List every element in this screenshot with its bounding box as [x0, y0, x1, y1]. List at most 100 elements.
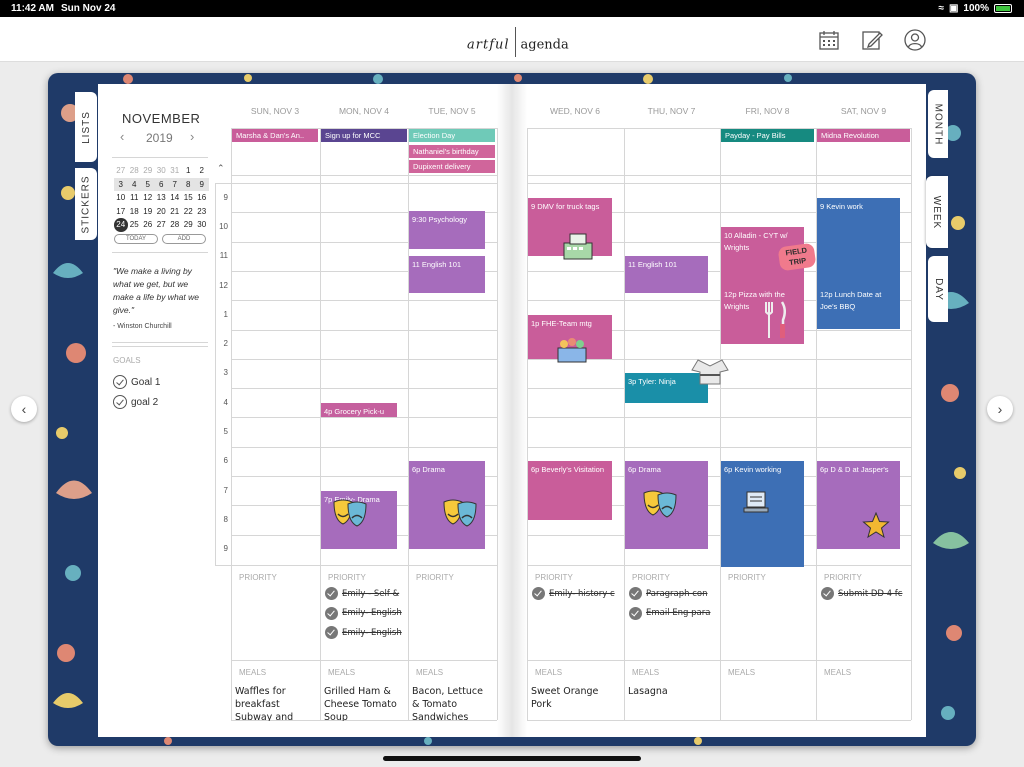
mini-calendar-day[interactable]: 19: [141, 205, 155, 219]
mini-calendar-day[interactable]: 13: [155, 191, 169, 205]
task-check-icon[interactable]: [532, 587, 545, 600]
task-check-icon[interactable]: [325, 626, 338, 639]
calendar-event[interactable]: 11 English 101: [625, 256, 708, 293]
all-day-event[interactable]: Nathaniel's birthday: [409, 144, 495, 158]
mini-calendar-day[interactable]: 24: [114, 218, 128, 232]
mini-today-button[interactable]: TODAY: [114, 234, 158, 244]
meal-entry[interactable]: Bacon, Lettuce & Tomato Sandwiches: [412, 685, 492, 721]
calendar-icon[interactable]: [818, 29, 840, 51]
day-header[interactable]: TUE, NOV 5: [408, 106, 496, 116]
mini-calendar-day[interactable]: 29: [141, 164, 155, 178]
mini-calendar-day[interactable]: 31: [168, 164, 182, 178]
mini-calendar-week: 17 18 19 20 21 22 23: [114, 205, 209, 219]
calendar-event[interactable]: 6p Beverly's Visitation: [528, 461, 612, 520]
mini-calendar-day[interactable]: 8: [182, 178, 196, 192]
priority-task[interactable]: Email Eng para: [629, 606, 717, 620]
all-day-event[interactable]: Election Day: [409, 129, 495, 142]
checkmark-icon[interactable]: [113, 375, 127, 389]
tab-month[interactable]: MONTH: [928, 90, 948, 158]
calendar-event[interactable]: 11 English 101: [409, 256, 485, 293]
edit-icon[interactable]: [861, 29, 883, 51]
mini-calendar-day[interactable]: 16: [195, 191, 209, 205]
mini-calendar-day[interactable]: 17: [114, 205, 128, 219]
mini-calendar-day[interactable]: 15: [182, 191, 196, 205]
all-day-event[interactable]: Dupixent delivery: [409, 160, 495, 173]
all-day-event[interactable]: Midna Revolution: [817, 129, 910, 142]
mini-calendar-day[interactable]: 4: [128, 178, 142, 192]
mini-calendar-day[interactable]: 26: [141, 218, 155, 232]
mini-calendar-day[interactable]: 30: [195, 218, 209, 232]
collapse-chevron-icon[interactable]: ⌃: [217, 163, 225, 174]
hour-label: 7: [223, 485, 228, 495]
mini-calendar-day[interactable]: 29: [182, 218, 196, 232]
day-header[interactable]: FRI, NOV 8: [720, 106, 815, 116]
meals-label: MEALS: [824, 668, 852, 677]
mini-calendar-day[interactable]: 11: [128, 191, 142, 205]
grid-line: [231, 128, 232, 720]
task-check-icon[interactable]: [629, 606, 642, 620]
profile-icon[interactable]: [904, 29, 926, 51]
mini-calendar-day[interactable]: 28: [168, 218, 182, 232]
mini-prev-arrow-icon[interactable]: ‹: [120, 129, 124, 144]
mini-calendar-day[interactable]: 3: [114, 178, 128, 192]
priority-task[interactable]: Submit DD 4 fc: [821, 587, 909, 600]
meal-entry[interactable]: Grilled Ham & Cheese Tomato Soup: [324, 685, 404, 721]
mini-calendar-day[interactable]: 25: [128, 218, 142, 232]
calendar-event[interactable]: 9 Kevin work: [817, 197, 900, 286]
status-bar: 11:42 AM Sun Nov 24 ≈ ▣ 100%: [0, 0, 1024, 17]
mini-calendar-day[interactable]: 5: [141, 178, 155, 192]
meal-entry[interactable]: Waffles for breakfast Subway and: [235, 685, 315, 721]
all-day-event[interactable]: Payday - Pay Bills: [721, 129, 814, 142]
all-day-event[interactable]: Sign up for MCC: [321, 129, 407, 142]
task-check-icon[interactable]: [629, 587, 642, 600]
priority-task[interactable]: Emily - Self &: [325, 587, 406, 600]
task-check-icon[interactable]: [325, 587, 338, 600]
tab-lists[interactable]: LISTS: [75, 92, 97, 162]
mini-calendar-day[interactable]: 12: [141, 191, 155, 205]
priority-task[interactable]: Paragraph con: [629, 587, 717, 600]
mini-calendar-day[interactable]: 7: [168, 178, 182, 192]
priority-task[interactable]: Emily- history c: [532, 587, 621, 600]
mini-calendar-day[interactable]: 6: [155, 178, 169, 192]
tab-stickers[interactable]: STICKERS: [75, 168, 97, 240]
day-header[interactable]: THU, NOV 7: [624, 106, 719, 116]
day-header[interactable]: MON, NOV 4: [320, 106, 408, 116]
checkmark-icon[interactable]: [113, 395, 127, 409]
tab-week[interactable]: WEEK: [926, 176, 948, 248]
priority-task[interactable]: Emily- English: [325, 626, 406, 639]
goal-item[interactable]: Goal 1: [113, 375, 160, 389]
mini-calendar-day[interactable]: 1: [182, 164, 196, 178]
mini-calendar-day[interactable]: 27: [155, 218, 169, 232]
mini-calendar-day[interactable]: 9: [195, 178, 209, 192]
mini-calendar-day[interactable]: 21: [168, 205, 182, 219]
mini-calendar-day[interactable]: 10: [114, 191, 128, 205]
all-day-event[interactable]: Marsha & Dan's An..: [232, 129, 318, 142]
calendar-event[interactable]: 9:30 Psychology: [409, 210, 485, 249]
calendar-event[interactable]: 4p Grocery Pick-u: [321, 402, 397, 418]
task-check-icon[interactable]: [821, 587, 834, 600]
tab-day[interactable]: DAY: [928, 256, 948, 322]
prev-week-button[interactable]: ‹: [11, 396, 37, 422]
grid-line: [231, 175, 497, 176]
priority-task[interactable]: Emily- English: [325, 606, 406, 620]
mini-add-button[interactable]: ADD: [162, 234, 206, 244]
mini-calendar-day[interactable]: 30: [155, 164, 169, 178]
goal-item[interactable]: goal 2: [113, 395, 158, 409]
mini-calendar-day[interactable]: 27: [114, 164, 128, 178]
meal-entry[interactable]: Lasagna: [628, 685, 715, 721]
next-week-button[interactable]: ›: [987, 396, 1013, 422]
day-header[interactable]: SAT, NOV 9: [816, 106, 911, 116]
mini-calendar-day[interactable]: 28: [128, 164, 142, 178]
calendar-event[interactable]: 12p Lunch Date at Joe's BBQ: [817, 285, 900, 330]
mini-calendar-day[interactable]: 22: [182, 205, 196, 219]
task-check-icon[interactable]: [325, 606, 338, 620]
day-header[interactable]: WED, NOV 6: [527, 106, 623, 116]
mini-calendar-day[interactable]: 14: [168, 191, 182, 205]
meal-entry[interactable]: Sweet Orange Pork: [531, 685, 619, 721]
mini-calendar-day[interactable]: 20: [155, 205, 169, 219]
day-header[interactable]: SUN, NOV 3: [231, 106, 319, 116]
mini-calendar-day[interactable]: 23: [195, 205, 209, 219]
mini-next-arrow-icon[interactable]: ›: [190, 129, 194, 144]
mini-calendar-day[interactable]: 18: [128, 205, 142, 219]
mini-calendar-day[interactable]: 2: [195, 164, 209, 178]
